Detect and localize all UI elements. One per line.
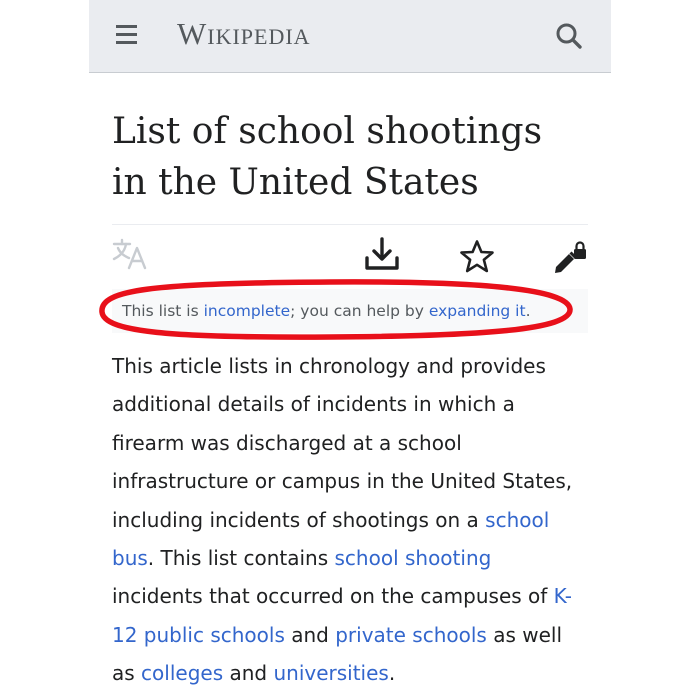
intro-line: infrastructure or campus in the United S… [112,469,573,494]
intro-line: This article lists in chronology and pro… [112,354,546,378]
notice-text: This list is incomplete; you can help by… [122,300,531,322]
incomplete-list-notice: This list is incomplete; you can help by… [112,289,588,333]
school-bus-link[interactable]: bus [112,546,148,570]
wikipedia-wordmark[interactable]: Wikipedia [177,14,311,54]
intro-line: as colleges and universities. [112,654,594,692]
page-title: List of school shootings in the United St… [112,106,592,208]
k12-public-schools-link[interactable]: K- [554,584,572,608]
page-title-line-2: in the United States [112,162,479,203]
notice-prefix: This list is [122,302,204,320]
header-bar: Wikipedia [89,0,611,73]
colleges-link[interactable]: colleges [141,661,223,685]
intro-line: 12 public schools and private schools as… [112,616,594,654]
intro-text: incidents that occurred on the campuses … [112,584,554,609]
intro-text: and [223,661,274,686]
intro-text: including incidents of shootings on a [112,507,486,532]
edit-lock-icon[interactable] [551,239,589,275]
intro-paragraph: This article lists in chronology and pro… [112,347,594,693]
intro-text: as [112,661,142,686]
incomplete-link[interactable]: incomplete [204,302,291,320]
notice-middle: ; you can help by [290,302,429,320]
download-icon[interactable] [364,236,400,274]
intro-line: incidents that occurred on the campuses … [112,577,594,615]
expanding-it-link[interactable]: expanding it [429,302,526,320]
intro-text: . [388,661,396,686]
intro-line: bus. This list contains school shooting [112,539,594,577]
intro-text: as well [486,622,563,647]
school-shooting-link[interactable]: school shooting [335,546,492,570]
intro-line: additional details of incidents in which… [112,392,515,417]
private-schools-link[interactable]: private schools [335,623,487,647]
mobile-page: Wikipedia List of school shootings in the… [89,0,611,700]
intro-line: including incidents of shootings on a sc… [112,501,594,539]
search-icon[interactable] [554,21,584,51]
intro-text: . This list contains [147,546,335,571]
intro-text: and [284,622,336,647]
intro-line: firearm was discharged at a school [112,430,462,455]
notice-suffix: . [525,302,531,320]
star-icon[interactable] [459,239,495,275]
menu-icon[interactable] [116,25,137,44]
title-divider [112,224,588,225]
school-bus-link[interactable]: school [485,508,549,532]
language-icon[interactable] [112,238,150,270]
page-title-line-1: List of school shootings [112,111,543,152]
universities-link[interactable]: universities [273,661,388,685]
k12-public-schools-link[interactable]: 12 public schools [112,623,285,647]
